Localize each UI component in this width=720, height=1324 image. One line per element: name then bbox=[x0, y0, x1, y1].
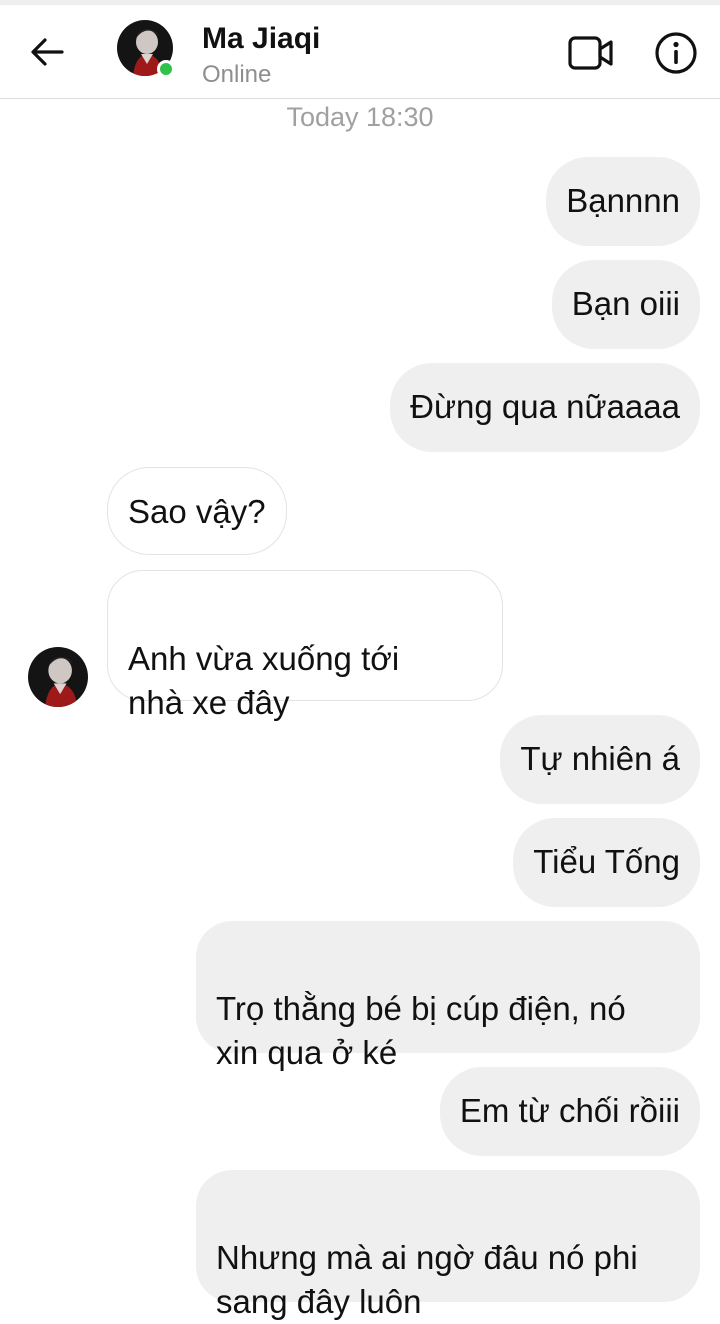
message-bubble-sent[interactable]: Trọ thằng bé bị cúp điện, nó xin qua ở k… bbox=[196, 921, 700, 1071]
message-bubble-sent[interactable]: Nhưng mà ai ngờ đâu nó phi sang đây luôn bbox=[196, 1170, 700, 1320]
message-timestamp: Today 18:30 bbox=[286, 102, 434, 132]
message-text: Bạn oiii bbox=[571, 285, 680, 322]
online-indicator bbox=[157, 60, 175, 78]
message-text: Tự nhiên á bbox=[520, 740, 680, 777]
message-text: Tiểu Tống bbox=[533, 843, 680, 880]
chat-header: Ma Jiaqi Online bbox=[0, 5, 720, 99]
message-bubble-sent[interactable]: Tự nhiên á bbox=[500, 715, 700, 804]
message-text: Em từ chối rồiii bbox=[459, 1092, 680, 1129]
message-text: Trọ thằng bé bị cúp điện, nó xin qua ở k… bbox=[216, 990, 626, 1071]
contact-status: Online bbox=[202, 61, 272, 88]
video-camera-icon bbox=[568, 36, 613, 70]
arrow-left-icon bbox=[31, 38, 64, 66]
video-call-button[interactable] bbox=[566, 31, 616, 75]
message-bubble-sent[interactable]: Bạn oiii bbox=[551, 260, 700, 349]
contact-avatar[interactable] bbox=[117, 20, 175, 78]
back-button[interactable] bbox=[22, 32, 72, 72]
message-bubble-sent[interactable]: Em từ chối rồiii bbox=[439, 1067, 700, 1156]
message-text: Anh vừa xuống tới nhà xe đây bbox=[128, 640, 400, 721]
avatar-image bbox=[28, 647, 88, 707]
info-button[interactable] bbox=[652, 29, 700, 77]
contact-name[interactable]: Ma Jiaqi bbox=[202, 21, 320, 57]
message-text: Bạnnnn bbox=[566, 182, 680, 219]
message-bubble-sent[interactable]: Bạnnnn bbox=[546, 157, 700, 246]
info-icon bbox=[655, 32, 697, 74]
message-bubble-received[interactable]: Anh vừa xuống tới nhà xe đây bbox=[107, 570, 503, 721]
message-text: Sao vậy? bbox=[128, 493, 266, 530]
message-bubble-sent[interactable]: Tiểu Tống bbox=[513, 818, 700, 907]
message-bubble-received[interactable]: Sao vậy? bbox=[107, 467, 287, 555]
message-bubble-sent[interactable]: Đừng qua nữaaaa bbox=[390, 363, 700, 452]
sender-avatar[interactable] bbox=[28, 647, 88, 707]
message-text: Nhưng mà ai ngờ đâu nó phi sang đây luôn bbox=[216, 1239, 638, 1320]
message-text: Đừng qua nữaaaa bbox=[410, 388, 680, 425]
